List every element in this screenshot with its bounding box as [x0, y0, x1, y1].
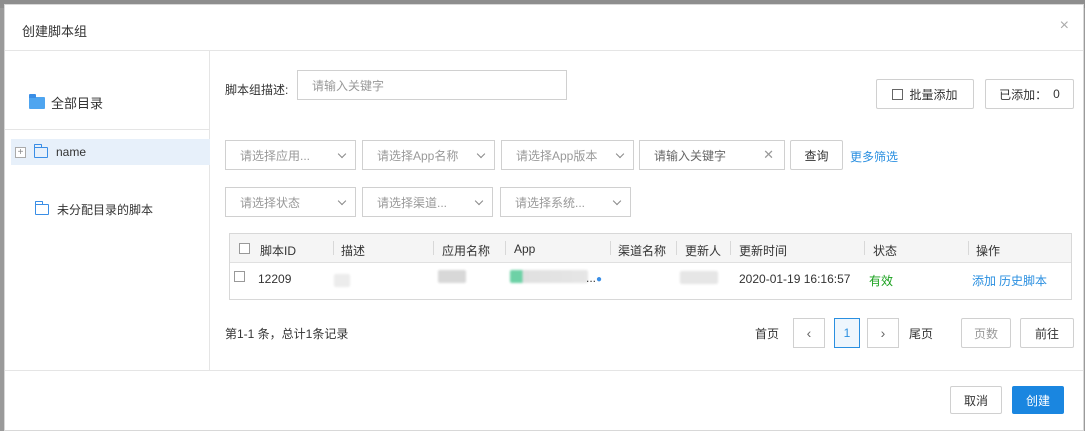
header-updated-time: 更新时间: [739, 244, 788, 258]
tree-node-label: name: [56, 145, 87, 159]
tree-node-all[interactable]: 全部目录: [29, 93, 103, 112]
chevron-down-icon: [337, 196, 347, 205]
dialog-title: 创建脚本组: [22, 24, 88, 39]
app-name-select[interactable]: 请选择App名称: [362, 140, 495, 170]
select-value: 请选择系统...: [515, 195, 586, 210]
cell-status: 有效: [869, 274, 894, 288]
divider: [433, 241, 434, 255]
input-placeholder: 请输入关键字: [654, 148, 727, 163]
redacted-desc: [334, 274, 350, 287]
divider: [864, 241, 865, 255]
cancel-label: 取消: [963, 393, 988, 408]
close-icon[interactable]: ×: [1060, 17, 1069, 35]
app-version-select[interactable]: 请选择App版本: [501, 140, 634, 170]
clear-icon[interactable]: ✕: [763, 147, 774, 163]
android-icon: ●: [596, 274, 603, 285]
header-updater: 更新人: [685, 244, 722, 258]
table-row: 12209 ... ● 2020-01-19 16:16:57 有效 添加 历史…: [230, 263, 1071, 299]
cell-script-id: 12209: [258, 272, 292, 286]
added-count: 0: [1053, 87, 1060, 101]
select-value: 请选择App版本: [516, 148, 598, 163]
script-table: 脚本ID 描述 应用名称 App 渠道名称 更新人 更新时间 状态 操作 122…: [229, 233, 1072, 300]
tree-node-label: 全部目录: [51, 96, 104, 111]
select-value: 请选择应用...: [240, 148, 311, 163]
header-actions: 操作: [976, 244, 1001, 258]
input-placeholder: 页数: [973, 326, 998, 341]
go-label: 前往: [1034, 326, 1059, 341]
divider: [610, 241, 611, 255]
divider: [505, 241, 506, 255]
table-header: 脚本ID 描述 应用名称 App 渠道名称 更新人 更新时间 状态 操作: [230, 234, 1071, 263]
batch-add-icon: [892, 88, 904, 100]
chevron-down-icon: [615, 149, 625, 158]
cell-app-suffix: ...: [586, 271, 597, 285]
header-desc: 描述: [341, 244, 366, 258]
desc-input[interactable]: 请输入关键字: [297, 70, 567, 100]
pager-info: 第1-1 条，总计1条记录: [225, 327, 349, 341]
add-action-link[interactable]: 添加: [972, 272, 996, 289]
directory-tree: 全部目录 + name 未分配目录的脚本: [5, 51, 210, 371]
prev-page-button[interactable]: ‹: [793, 318, 825, 348]
app-type-select[interactable]: 请选择应用...: [225, 140, 356, 170]
create-script-group-dialog: 创建脚本组 × 全部目录 + name 未分配目录的脚本 脚本组描述: 请输入关…: [4, 4, 1084, 431]
go-page-button[interactable]: 前往: [1020, 318, 1074, 348]
create-button[interactable]: 创建: [1012, 386, 1064, 414]
page-1-button[interactable]: 1: [834, 318, 860, 348]
row-checkbox[interactable]: [234, 271, 245, 282]
last-page-link[interactable]: 尾页: [909, 325, 933, 342]
divider: [968, 241, 969, 255]
added-count-button[interactable]: 已添加： 0: [985, 79, 1074, 109]
select-value: 请选择App名称: [377, 148, 459, 163]
redacted-updater: [680, 271, 718, 284]
create-label: 创建: [1025, 393, 1050, 408]
batch-add-button[interactable]: 批量添加: [876, 79, 974, 109]
chevron-down-icon: [337, 149, 347, 158]
status-select[interactable]: 请选择状态: [225, 187, 356, 217]
dialog-header: 创建脚本组 ×: [5, 5, 1083, 51]
folder-icon: [33, 143, 48, 158]
chevron-down-icon: [612, 196, 622, 205]
channel-select[interactable]: 请选择渠道...: [362, 187, 493, 217]
divider: [5, 370, 1083, 371]
redacted-app: [510, 270, 588, 283]
system-select[interactable]: 请选择系统...: [500, 187, 631, 217]
main-panel: 脚本组描述: 请输入关键字 批量添加 已添加： 0 请选择应用... 请选择Ap…: [224, 51, 1074, 371]
next-page-button[interactable]: ›: [867, 318, 899, 348]
cell-updated-time: 2020-01-19 16:16:57: [739, 272, 851, 286]
query-button[interactable]: 查询: [790, 140, 843, 170]
history-action-link[interactable]: 历史脚本: [999, 272, 1047, 289]
added-label: 已添加：: [999, 87, 1048, 102]
query-label: 查询: [804, 148, 829, 163]
chevron-down-icon: [476, 149, 486, 158]
chevron-left-icon: ‹: [806, 325, 812, 341]
tree-node-label: 未分配目录的脚本: [57, 203, 154, 217]
folder-icon: [29, 93, 45, 109]
divider: [333, 241, 334, 255]
keyword-input[interactable]: 请输入关键字 ✕: [639, 140, 785, 170]
redacted-app-name: [438, 270, 466, 283]
folder-icon: [34, 201, 49, 215]
chevron-right-icon: ›: [880, 325, 886, 341]
header-app: App: [514, 242, 536, 256]
divider: [730, 241, 731, 255]
desc-label: 脚本组描述:: [225, 83, 289, 97]
tree-node-name[interactable]: + name: [11, 139, 210, 165]
batch-add-label: 批量添加: [909, 87, 958, 102]
select-all-checkbox[interactable]: [239, 243, 250, 254]
header-status: 状态: [873, 244, 898, 258]
header-script-id: 脚本ID: [260, 244, 297, 258]
expand-icon[interactable]: +: [15, 146, 26, 158]
chevron-down-icon: [474, 196, 484, 205]
select-value: 请选择渠道...: [377, 195, 448, 210]
first-page-link[interactable]: 首页: [755, 325, 779, 342]
cancel-button[interactable]: 取消: [950, 386, 1002, 414]
divider: [5, 129, 210, 130]
header-channel: 渠道名称: [618, 244, 667, 258]
header-app-name: 应用名称: [442, 244, 491, 258]
divider: [676, 241, 677, 255]
select-value: 请选择状态: [240, 195, 301, 210]
more-filters-link[interactable]: 更多筛选: [850, 148, 898, 165]
tree-node-unassigned[interactable]: 未分配目录的脚本: [34, 201, 154, 218]
page-number-input[interactable]: 页数: [961, 318, 1011, 348]
